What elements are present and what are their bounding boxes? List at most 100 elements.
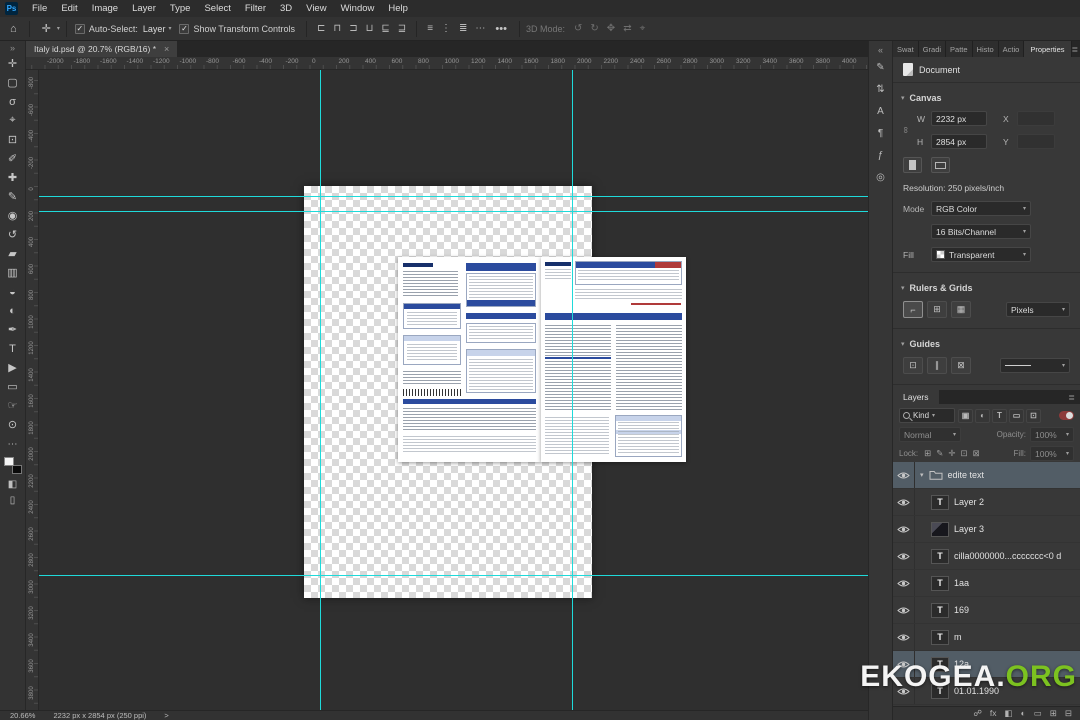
distribute-horizontal-icon[interactable]: ⋮ xyxy=(437,23,455,34)
pen-tool[interactable]: ✒ xyxy=(0,320,26,339)
quick-mask-icon[interactable]: ◧ xyxy=(8,479,17,490)
tab-histo[interactable]: Histo xyxy=(972,41,999,57)
screen-mode-icon[interactable]: ▯ xyxy=(10,495,16,506)
photoshop-logo-icon[interactable]: Ps xyxy=(5,2,18,15)
layer-row[interactable]: ▾ edite text xyxy=(893,462,1080,489)
section-canvas[interactable]: ▾ Canvas xyxy=(893,93,1080,103)
panel-menu-icon[interactable]: ≣ xyxy=(1072,41,1080,57)
crop-tool[interactable]: ⊡ xyxy=(0,130,26,149)
text-layer-thumbnail[interactable]: T xyxy=(931,548,949,564)
home-icon[interactable]: ⌂ xyxy=(4,23,23,35)
glyphs-panel-icon[interactable]: ƒ xyxy=(868,144,893,166)
visibility-toggle-eye-icon[interactable] xyxy=(893,462,915,488)
align-vertical-centers-icon[interactable]: ⊑ xyxy=(377,23,393,34)
toggle-grid-icon[interactable]: ⊞ xyxy=(927,301,947,318)
delete-layer-icon[interactable]: ⊟ xyxy=(1065,708,1072,719)
link-layers-icon[interactable]: ☍ xyxy=(973,708,982,719)
new-group-icon[interactable]: ▭ xyxy=(1034,708,1042,719)
portrait-orientation-button[interactable] xyxy=(903,157,922,173)
layer-name[interactable]: 169 xyxy=(954,605,969,615)
section-rulers-grids[interactable]: ▾ Rulers & Grids xyxy=(893,283,1080,293)
tab-swat[interactable]: Swat xyxy=(893,41,919,57)
status-chevron-icon[interactable]: > xyxy=(164,711,168,720)
guide-vertical[interactable] xyxy=(320,70,321,710)
width-field[interactable]: 2232 px xyxy=(931,111,987,126)
menu-item-help[interactable]: Help xyxy=(381,3,415,14)
paragraph-panel-icon[interactable]: ¶ xyxy=(868,122,893,144)
text-layer-thumbnail[interactable]: T xyxy=(931,602,949,618)
swap-panels-icon[interactable]: ⇅ xyxy=(868,78,893,100)
dodge-tool[interactable]: ◐ xyxy=(0,301,26,320)
slide-3d-icon[interactable]: ⇄ xyxy=(619,23,635,34)
move-tool[interactable]: ✛ xyxy=(0,54,26,73)
align-top-edges-icon[interactable]: ⊔ xyxy=(362,23,378,34)
marquee-tool[interactable]: ▢ xyxy=(0,73,26,92)
zoom-tool[interactable]: ⊙ xyxy=(0,415,26,434)
auto-select-dropdown[interactable]: Layer ▾ xyxy=(143,24,172,34)
align-bottom-edges-icon[interactable]: ⊒ xyxy=(394,23,410,34)
guide-style-dropdown[interactable]: ▾ xyxy=(1000,358,1070,373)
menu-item-window[interactable]: Window xyxy=(334,3,382,14)
lasso-tool[interactable]: σ xyxy=(0,92,26,111)
opacity-dropdown[interactable]: 100% ▾ xyxy=(1030,427,1074,442)
tab-patte[interactable]: Patte xyxy=(946,41,973,57)
brush-settings-panel-icon[interactable]: ✎ xyxy=(868,56,893,78)
distribute-heights-icon[interactable]: ⋯ xyxy=(471,23,489,34)
distribute-widths-icon[interactable]: ≣ xyxy=(455,23,471,34)
align-horizontal-centers-icon[interactable]: ⊓ xyxy=(329,23,345,34)
background-color-swatch[interactable] xyxy=(11,465,22,474)
lock-guides-icon[interactable]: ∥ xyxy=(927,357,947,374)
chevron-down-icon[interactable]: ▾ xyxy=(920,471,924,479)
clear-guides-icon[interactable]: ⊠ xyxy=(951,357,971,374)
ruler-units-dropdown[interactable]: Pixels ▾ xyxy=(1006,302,1070,317)
character-panel-icon[interactable]: A xyxy=(868,100,893,122)
height-field[interactable]: 2854 px xyxy=(931,134,987,149)
filtering-toggle[interactable] xyxy=(1059,411,1074,420)
brush-tool[interactable]: ✎ xyxy=(0,187,26,206)
guide-vertical[interactable] xyxy=(572,70,573,710)
visibility-toggle-eye-icon[interactable] xyxy=(893,624,915,650)
layer-row[interactable]: Tm xyxy=(893,624,1080,651)
guide-horizontal[interactable] xyxy=(26,575,868,576)
clone-stamp-tool[interactable]: ◉ xyxy=(0,206,26,225)
healing-brush-tool[interactable]: ✚ xyxy=(0,168,26,187)
show-transform-checkbox[interactable]: ✓ xyxy=(179,23,190,34)
document-tab[interactable]: Italy id.psd @ 20.7% (RGB/16) * × xyxy=(26,41,178,57)
snap-grid-icon[interactable]: ▦ xyxy=(951,301,971,318)
layer-name[interactable]: edite text xyxy=(948,470,985,480)
layer-name[interactable]: Layer 3 xyxy=(954,524,984,534)
adjustment-layer-icon[interactable]: ◐ xyxy=(1021,708,1026,719)
landscape-orientation-button[interactable] xyxy=(931,157,950,173)
tab-actio[interactable]: Actio xyxy=(998,41,1025,57)
layer-row[interactable]: Tcilla0000000...ccccccc<0 d xyxy=(893,543,1080,570)
auto-select-checkbox[interactable]: ✓ xyxy=(74,23,85,34)
ruler-top[interactable]: -2000 -1800 -1600 -1400 -1200 -1000 -800 -600 -4… xyxy=(26,57,868,70)
layer-row[interactable]: T Layer 2 xyxy=(893,489,1080,516)
clone-source-panel-icon[interactable]: ◎ xyxy=(868,166,893,188)
layer-row[interactable]: T 169 xyxy=(893,597,1080,624)
layer-thumbnail[interactable] xyxy=(931,521,949,537)
color-swatches[interactable] xyxy=(3,457,22,474)
align-left-edges-icon[interactable]: ⊏ xyxy=(313,23,329,34)
lock-transparent-pixels-icon[interactable]: ⊞ xyxy=(922,448,933,459)
menu-item-file[interactable]: File xyxy=(25,3,54,14)
orbit-3d-icon[interactable]: ↺ xyxy=(570,23,586,34)
collapse-panels-icon[interactable]: « xyxy=(868,43,893,56)
tab-layers[interactable]: Layers xyxy=(893,390,939,404)
distribute-vertical-icon[interactable]: ≡ xyxy=(423,23,437,34)
text-layer-thumbnail[interactable]: T xyxy=(931,494,949,510)
text-layer-thumbnail[interactable]: T xyxy=(931,629,949,645)
layer-row[interactable]: Layer 3 xyxy=(893,516,1080,543)
canvas-area[interactable]: -800 -600 -400 -200 0 200 400 600 800 1000 1200 140… xyxy=(26,70,868,710)
eraser-tool[interactable]: ▰ xyxy=(0,244,26,263)
collapse-toolbar-icon[interactable]: » xyxy=(0,41,26,54)
section-guides[interactable]: ▾ Guides xyxy=(893,339,1080,349)
layer-name[interactable]: Layer 2 xyxy=(954,497,984,507)
lock-image-pixels-icon[interactable]: ✎ xyxy=(934,448,945,459)
roll-3d-icon[interactable]: ↻ xyxy=(586,23,602,34)
menu-item-select[interactable]: Select xyxy=(197,3,237,14)
guide-horizontal[interactable] xyxy=(26,211,868,212)
menu-item-3d[interactable]: 3D xyxy=(273,3,299,14)
gradient-tool[interactable]: ▥ xyxy=(0,263,26,282)
zoom-3d-icon[interactable]: ⌖ xyxy=(636,23,650,34)
